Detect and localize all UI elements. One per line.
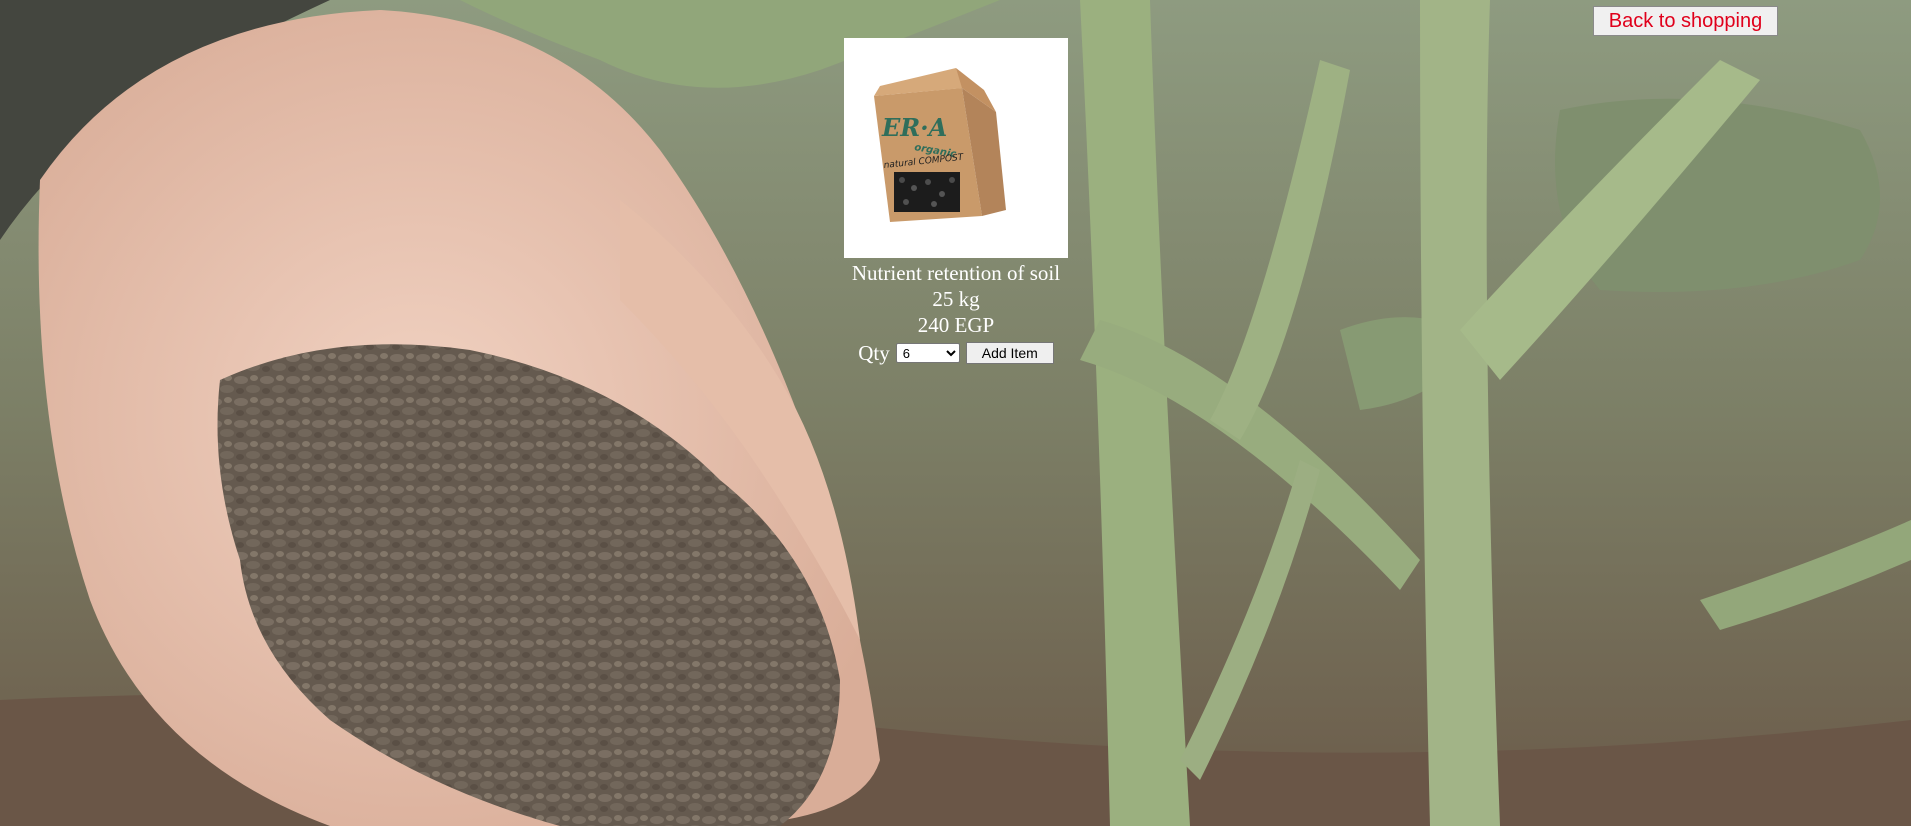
product-image[interactable]: ER·A organic natural COMPOST	[844, 38, 1068, 258]
product-name: Nutrient retention of soil	[851, 261, 1061, 285]
back-to-shopping-button[interactable]: Back to shopping	[1593, 6, 1778, 36]
svg-text:ER·A: ER·A	[881, 113, 947, 142]
add-item-button[interactable]: Add Item	[965, 342, 1054, 364]
quantity-select[interactable]: 6	[895, 343, 960, 363]
product-weight: 25 kg	[932, 287, 980, 311]
product-price: 240 EGP	[917, 313, 995, 337]
quantity-row: Qty 6 Add Item	[844, 338, 1068, 368]
product-card: ER·A organic natural COMPOST Nutrient re…	[844, 38, 1068, 368]
qty-label: Qty	[858, 341, 890, 365]
